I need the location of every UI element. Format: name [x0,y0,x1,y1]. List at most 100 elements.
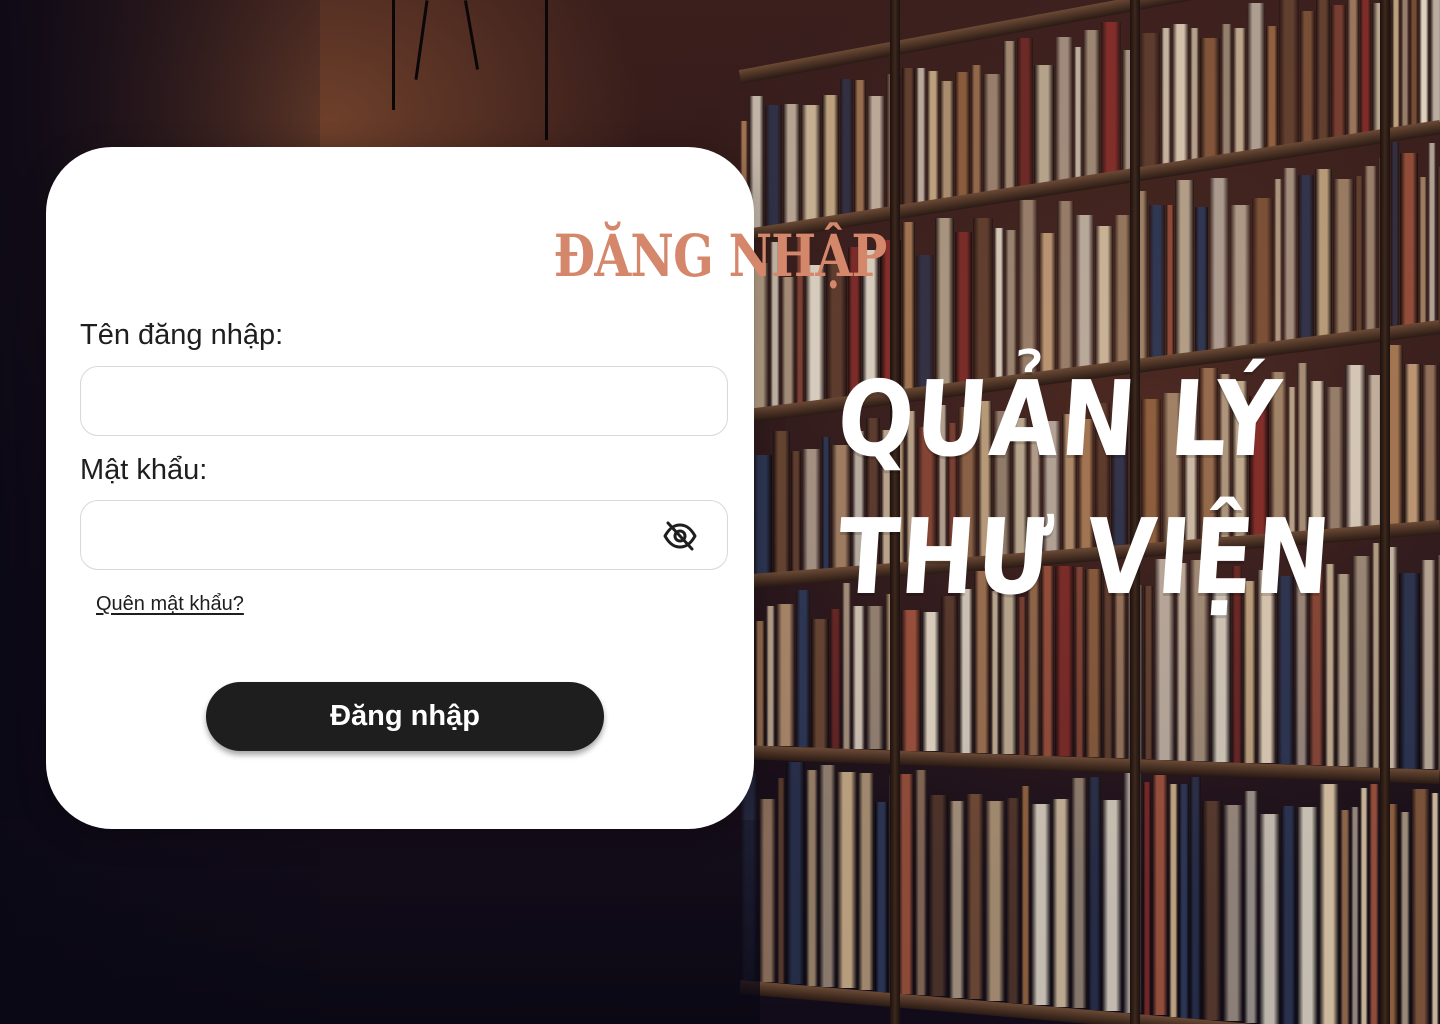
book-spine [1244,791,1258,1024]
login-title: ĐĂNG NHẬP [553,222,888,290]
book-spine [1391,141,1399,327]
hero-title: QUẢN LÝ THƯ VIỆN [834,350,1398,626]
book-spine [1401,0,1409,127]
book-spine [791,451,801,571]
username-input[interactable] [80,366,728,436]
username-label: Tên đăng nhập: [80,319,284,351]
book-spine [811,619,829,748]
book-spine [1411,789,1430,1024]
book-spine [796,589,810,747]
book-spine [752,455,772,575]
book-spine [1419,0,1429,124]
book-spine [915,769,927,995]
book-spine [1400,811,1410,1024]
book-spine [966,793,984,1000]
book-spine [1169,783,1178,1017]
book-spine [1404,363,1421,523]
book-spine [1399,572,1420,769]
book-spine [837,772,857,989]
book-spine [1055,36,1073,181]
book-spine [1431,792,1439,1024]
book-spine [1034,64,1054,184]
book-spine [1419,177,1427,323]
book-spine [866,606,884,750]
book-spine [1428,142,1436,322]
book-spine [1071,777,1087,1009]
book-spine [1347,0,1359,135]
book-spine [1152,775,1168,1016]
book-spine [1031,803,1051,1005]
forgot-password-link[interactable]: Quên mật khẩu? [96,593,244,616]
book-spine [1139,32,1160,168]
book-spine [773,431,790,573]
book-spine [902,67,915,205]
book-spine [1364,165,1377,330]
book-spine [1421,560,1436,770]
book-spine [1369,783,1379,1024]
book-spine [1200,38,1220,158]
book-spine [1316,0,1330,140]
book-spine [971,64,982,194]
book-spine [927,70,939,201]
book-spine [1021,786,1030,1005]
book-spine [916,67,926,203]
book-spine [786,762,805,984]
book-spine [1400,153,1418,326]
book-spine [1074,46,1082,178]
book-spine [1351,807,1359,1024]
book-spine [1333,179,1354,334]
book-spine [1088,777,1101,1010]
book-spine [1430,0,1440,122]
book-spine [901,610,921,751]
book-spine [1143,782,1151,1015]
background-shade-bottom [0,820,760,1024]
book-spine [985,801,1005,1001]
book-spine [1161,28,1171,164]
book-spine [822,436,830,569]
book-spine [852,606,865,749]
password-label: Mật khẩu: [80,454,208,486]
hero-title-line-2: THƯ VIỆN [833,496,1337,618]
login-button[interactable]: Đăng nhập [206,682,604,751]
book-spine [955,71,970,197]
book-spine [1233,27,1246,153]
book-spine [1179,783,1189,1018]
book-spine [1279,0,1299,146]
book-spine [1355,176,1363,331]
book-spine [840,78,853,215]
book-spine [819,765,836,987]
book-spine [1017,38,1033,187]
book-spine [922,612,940,752]
book-spine [802,449,821,571]
book-spine [1006,798,1020,1003]
book-spine [1190,776,1201,1019]
book-spine [830,608,841,749]
book-spine [777,778,785,984]
book-spine [1190,27,1199,160]
hanging-cable [414,0,429,80]
book-spine [776,603,795,747]
hanging-cable [463,0,480,70]
book-spine [1266,25,1278,148]
book-spine [1223,805,1243,1022]
book-spine [1221,23,1232,155]
book-spine [822,94,839,218]
book-spine [1102,799,1122,1012]
book-spine [755,621,765,746]
book-spine [806,769,818,986]
book-spine [854,79,866,213]
password-input[interactable] [80,500,728,570]
book-spine [1003,41,1016,189]
hero-title-line-1: QUẢN LÝ [833,358,1287,480]
book-spine [1360,788,1368,1024]
book-spine [781,277,795,405]
book-spine [759,798,776,982]
book-spine [801,104,821,221]
book-spine [1259,813,1280,1024]
book-spine [867,95,885,211]
book-spine [765,104,782,227]
book-spine [858,773,874,991]
book-spine [1202,800,1222,1020]
toggle-password-visibility-button[interactable] [660,518,700,554]
book-spine [1297,807,1318,1024]
